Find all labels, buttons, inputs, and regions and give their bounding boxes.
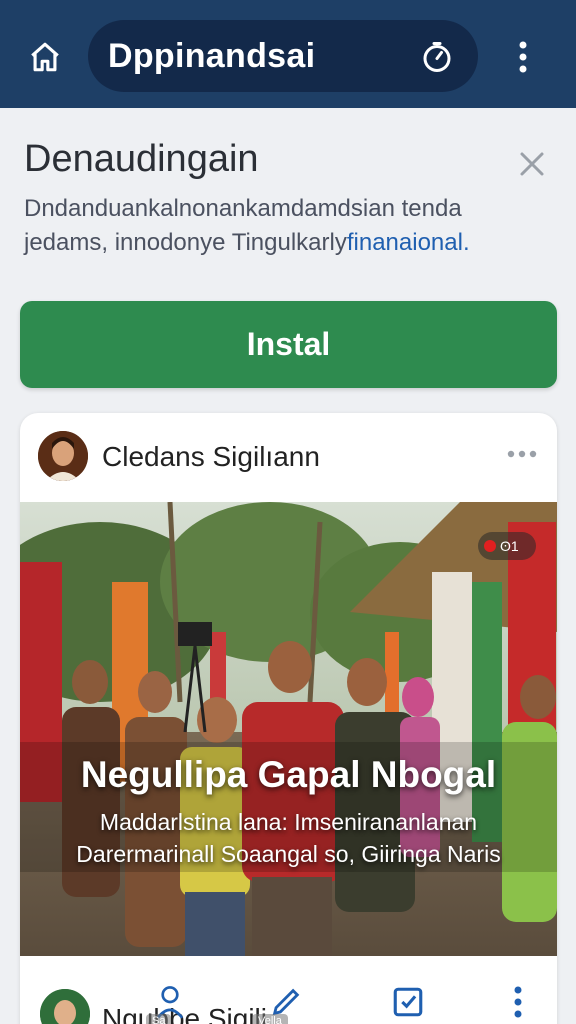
post-overlay-subtitle: Maddarlstina lana: Imsenirananlanan Dare… [20, 806, 557, 870]
post-header: Cledans Sigilıann [20, 413, 557, 501]
post-author[interactable]: Cledans Sigilıann [102, 441, 320, 473]
avatar-image [40, 989, 90, 1024]
nav-profile-tooltip: Sa [146, 1014, 172, 1024]
more-horizontal-icon [507, 450, 537, 458]
post-overlay-line1: Maddarlstina lana: Imsenirananlanan [99, 809, 478, 835]
app-title: Dppinandsai [108, 36, 316, 75]
nav-more-button[interactable] [498, 982, 538, 1022]
home-button[interactable] [22, 34, 68, 80]
more-vertical-icon [514, 986, 522, 1018]
overflow-menu-button[interactable] [506, 34, 540, 80]
banner-desc-text: jedams, innodonye Tingulkarly [24, 229, 347, 256]
banner-desc-line2: jedams, innodonye Tingulkarlyfinanaional… [24, 226, 524, 260]
live-badge-text: ʘ1 [500, 538, 519, 554]
second-post-avatar[interactable] [40, 989, 90, 1024]
avatar-image [38, 431, 88, 481]
app-title-pill[interactable]: Dppinandsai [88, 20, 478, 92]
close-banner-button[interactable] [510, 142, 554, 186]
banner-desc-line1: Dndanduankalnonankamdamdsian tenda [24, 195, 462, 222]
timer-icon [423, 42, 451, 72]
post-overlay-line2: Darermarinall Soaangal so, Giiringa Nari… [76, 841, 501, 867]
banner-desc-link[interactable]: finanaional. [347, 229, 470, 256]
author-avatar[interactable] [38, 431, 88, 481]
home-icon [31, 42, 59, 72]
post-card: Cledans Sigilıann ʘ1 Negullipa Gapal Nbo… [20, 413, 557, 1024]
timer-button[interactable] [412, 32, 462, 82]
more-vertical-icon [519, 41, 527, 73]
banner-title: Denaudingain [24, 138, 259, 180]
app-bar: Dppinandsai [0, 0, 576, 108]
banner-description: Dndanduankalnonankamdamdsian tenda jedam… [24, 192, 524, 260]
live-badge: ʘ1 [478, 532, 536, 560]
post-overlay-title: Negullipa Gapal Nbogal [80, 754, 497, 795]
nav-tasks-button[interactable] [388, 982, 428, 1022]
close-icon [520, 152, 544, 176]
live-dot-icon [484, 540, 496, 552]
post-more-button[interactable] [504, 441, 540, 467]
nav-write-tooltip: Vella [252, 1014, 288, 1024]
install-button[interactable]: Instal [20, 301, 557, 388]
village-gathering-image [20, 502, 557, 956]
checkbox-icon [393, 987, 423, 1017]
post-photo[interactable]: ʘ1 Negullipa Gapal Nbogal Maddarlstina l… [20, 502, 557, 956]
